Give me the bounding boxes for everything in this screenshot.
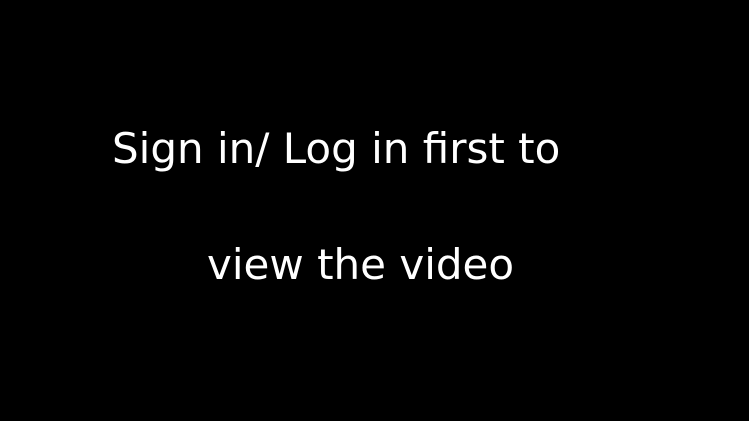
- video-locked-overlay: Sign in/ Log in first to view the video: [0, 0, 749, 421]
- sign-in-required-message-line-2: view the video: [207, 240, 515, 289]
- sign-in-required-message-line-1: Sign in/ Log in first to: [112, 124, 561, 173]
